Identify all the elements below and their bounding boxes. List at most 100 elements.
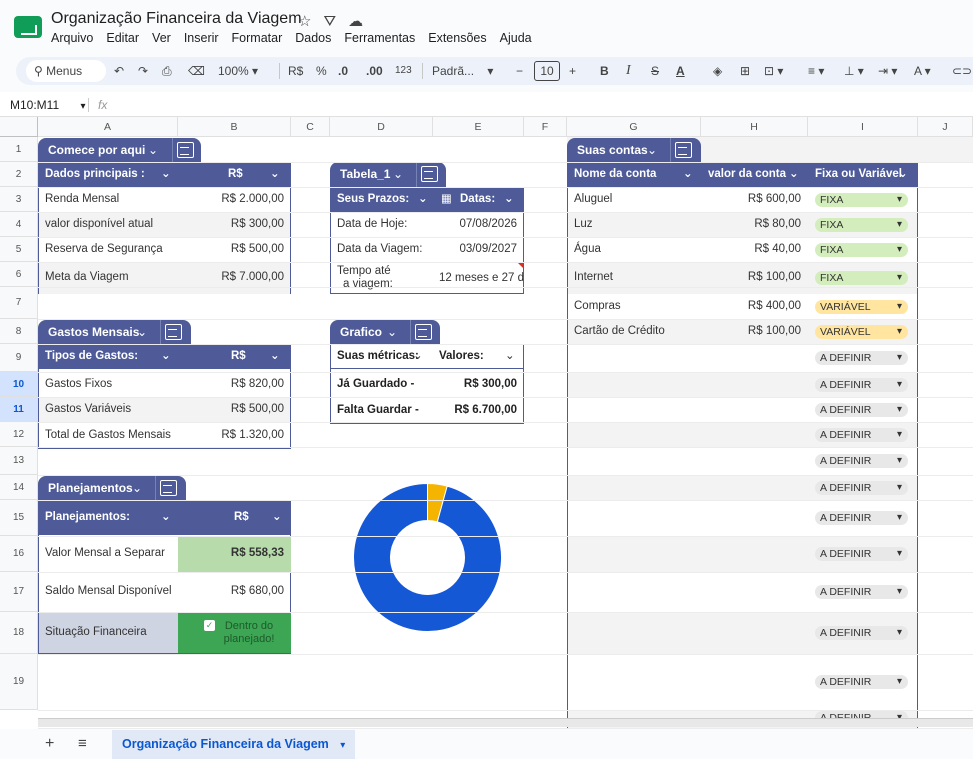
row-header-16[interactable]: 16 <box>0 536 38 572</box>
table-chip-gastos[interactable]: Gastos Mensais ⌄ <box>38 320 191 345</box>
increase-font-size-button[interactable]: + <box>569 57 576 85</box>
fill-color-icon[interactable]: ◈ <box>713 57 722 85</box>
column-header[interactable]: Datas: <box>460 187 495 212</box>
column-header[interactable]: R$ <box>228 162 243 187</box>
donut-slice-1[interactable] <box>353 482 502 632</box>
chevron-down-icon[interactable]: ⌄ <box>413 348 423 362</box>
row-header-1[interactable]: 1 <box>0 137 38 162</box>
type-dropdown[interactable]: A DEFINIR <box>815 351 908 365</box>
table-chip-suas-contas[interactable]: Suas contas ⌄ <box>567 138 701 163</box>
decrease-font-size-button[interactable]: − <box>516 57 523 85</box>
font-size-input[interactable]: 10 <box>534 61 560 81</box>
chevron-down-icon[interactable]: ⌄ <box>161 162 171 187</box>
row-header-3[interactable]: 3 <box>0 187 38 212</box>
column-header[interactable]: Fixa ou Variável <box>815 162 902 187</box>
strikethrough-button[interactable]: S <box>651 57 659 85</box>
chevron-down-icon[interactable]: ⌄ <box>270 162 280 187</box>
chevron-down-icon[interactable]: ⌄ <box>504 187 514 212</box>
column-header[interactable]: Valores: <box>439 350 484 362</box>
chevron-down-icon[interactable]: ⌄ <box>137 320 147 345</box>
column-header-B[interactable]: B <box>178 117 291 137</box>
italic-button[interactable]: I <box>626 57 631 85</box>
chevron-down-icon[interactable]: ⌄ <box>789 162 799 187</box>
column-header[interactable]: valor da conta <box>708 162 786 187</box>
column-header-F[interactable]: F <box>524 117 567 137</box>
column-header[interactable]: Dados principais : <box>45 162 145 187</box>
type-dropdown[interactable]: A DEFINIR <box>815 402 908 417</box>
select-all-corner[interactable] <box>0 117 38 137</box>
paint-format-icon[interactable]: ⌫ <box>188 57 205 85</box>
row-header-12[interactable]: 12 <box>0 422 38 447</box>
name-box[interactable]: M10:M11 ▾ <box>10 98 86 112</box>
star-icon[interactable]: ☆ <box>298 13 311 30</box>
chevron-down-icon[interactable]: ⌄ <box>898 162 908 187</box>
chevron-down-icon[interactable]: ▾ <box>340 740 345 751</box>
print-icon[interactable]: ⎙ <box>162 57 172 85</box>
add-sheet-icon[interactable]: + <box>45 735 54 753</box>
type-dropdown[interactable]: A DEFINIR <box>815 427 908 442</box>
menu-item[interactable]: Dados <box>295 31 331 45</box>
column-header[interactable]: Suas métricas: <box>337 350 419 362</box>
row-header-5[interactable]: 5 <box>0 237 38 262</box>
menu-item[interactable]: Arquivo <box>51 31 93 45</box>
table-icon[interactable] <box>675 142 692 158</box>
type-dropdown[interactable]: A DEFINIR <box>815 377 908 392</box>
bold-button[interactable]: B <box>600 57 609 85</box>
row-header-9[interactable]: 9 <box>0 344 38 372</box>
text-color-button[interactable]: A <box>676 57 685 85</box>
move-folder-icon[interactable]: ⛛ <box>323 13 336 30</box>
font-select[interactable]: Padrã... ▾ <box>432 57 493 85</box>
menu-item[interactable]: Formatar <box>232 31 283 45</box>
row-header-8[interactable]: 8 <box>0 319 38 344</box>
chevron-down-icon[interactable]: ⌄ <box>505 348 515 362</box>
menu-item[interactable]: Ferramentas <box>344 31 415 45</box>
merge-cells-icon[interactable]: ⊡ ▾ <box>764 57 783 85</box>
type-dropdown[interactable]: A DEFINIR <box>815 547 908 561</box>
chevron-down-icon[interactable]: ⌄ <box>272 500 282 535</box>
menu-item[interactable]: Ver <box>152 31 171 45</box>
chevron-down-icon[interactable]: ⌄ <box>647 138 657 163</box>
row-header-7[interactable]: 7 <box>0 287 38 319</box>
row-header-10[interactable]: 10 <box>0 372 38 397</box>
column-header-H[interactable]: H <box>701 117 808 137</box>
cloud-status-icon[interactable]: ☁ <box>348 13 363 30</box>
type-dropdown[interactable]: VARIÁVEL <box>815 324 908 339</box>
column-header[interactable]: R$ <box>231 344 246 369</box>
table-icon[interactable] <box>177 142 194 158</box>
chevron-down-icon[interactable]: ⌄ <box>270 344 280 369</box>
chevron-down-icon[interactable]: ⌄ <box>132 476 142 501</box>
column-header[interactable]: R$ <box>234 500 249 535</box>
decrease-decimal-button[interactable]: .0 <box>338 57 348 85</box>
type-dropdown[interactable]: A DEFINIR <box>815 454 908 468</box>
column-header[interactable]: Seus Prazos: <box>337 187 409 212</box>
column-header[interactable]: Planejamentos: <box>45 500 130 535</box>
row-header-18[interactable]: 18 <box>0 612 38 654</box>
row-header-4[interactable]: 4 <box>0 212 38 237</box>
insert-link-icon[interactable]: ⊂⊃ <box>952 57 972 85</box>
row-header-6[interactable]: 6 <box>0 262 38 287</box>
sheets-logo-icon[interactable] <box>14 16 42 38</box>
column-header-C[interactable]: C <box>291 117 330 137</box>
row-header-13[interactable]: 13 <box>0 447 38 475</box>
type-dropdown[interactable]: FIXA <box>815 242 908 257</box>
column-header-G[interactable]: G <box>567 117 701 137</box>
chevron-down-icon[interactable]: ⌄ <box>161 500 171 535</box>
column-header-A[interactable]: A <box>38 117 178 137</box>
type-dropdown[interactable]: A DEFINIR <box>815 675 908 689</box>
table-chip-comece[interactable]: Comece por aqui ⌄ <box>38 138 201 163</box>
table-icon[interactable] <box>415 324 432 340</box>
row-header-2[interactable]: 2 <box>0 162 38 187</box>
row-header-15[interactable]: 15 <box>0 500 38 536</box>
chevron-down-icon[interactable]: ⌄ <box>161 344 171 369</box>
document-title[interactable]: Organização Financeira da Viagem <box>51 10 302 28</box>
chevron-down-icon[interactable]: ⌄ <box>418 187 428 212</box>
menu-item[interactable]: Extensões <box>428 31 486 45</box>
text-rotation-icon[interactable]: A ▾ <box>914 57 931 85</box>
text-wrap-icon[interactable]: ⇥ ▾ <box>878 57 897 85</box>
vertical-align-icon[interactable]: ⊥ ▾ <box>844 57 864 85</box>
redo-icon[interactable]: ↷ <box>138 57 148 85</box>
percent-format-button[interactable]: % <box>316 57 327 85</box>
menu-search[interactable]: ⚲ Menus <box>26 60 106 82</box>
sheet-tab[interactable]: Organização Financeira da Viagem ▾ <box>112 730 355 759</box>
type-dropdown[interactable]: VARIÁVEL <box>815 299 908 314</box>
